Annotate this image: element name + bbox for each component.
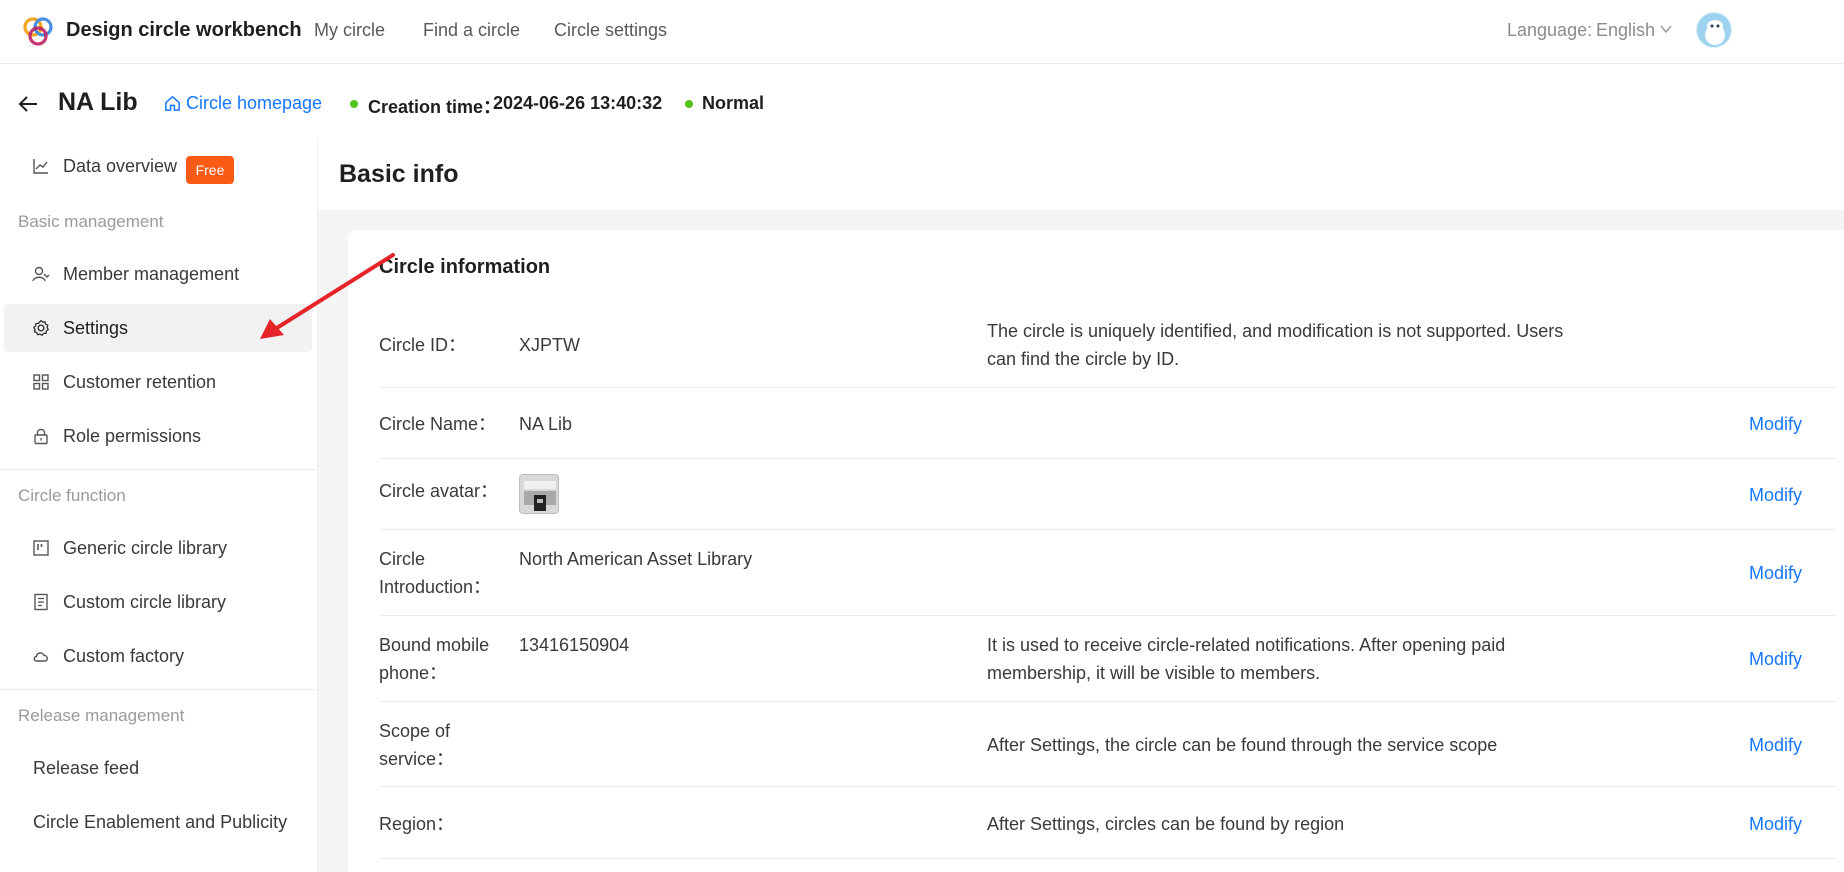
circle-avatar-label: Circle avatar： (379, 481, 499, 501)
sidebar-divider (0, 689, 318, 690)
logo-icon[interactable] (20, 14, 56, 50)
row-divider (379, 529, 1837, 530)
circle-id-value: XJPTW (519, 335, 580, 355)
creation-time-label: Creation time： (368, 97, 502, 117)
row-divider (379, 387, 1837, 388)
grid-icon (33, 374, 49, 390)
group-release-management: Release management (18, 706, 185, 725)
chevron-down-icon[interactable] (1658, 20, 1674, 38)
service-scope-label: Scope of service： (379, 721, 455, 769)
circle-introduction-label: Circle Introduction： (379, 549, 492, 597)
sidebar-item-enablement-publicity[interactable]: Circle Enablement and Publicity (4, 798, 312, 846)
sidebar-item-label: Data overview (63, 155, 178, 176)
bound-phone-value: 13416150904 (519, 635, 630, 655)
board-icon (33, 540, 49, 556)
row-divider (379, 458, 1837, 459)
bound-phone-description: It is used to receive circle-related not… (987, 635, 1506, 683)
modify-avatar-button[interactable]: Modify (1749, 485, 1802, 506)
members-icon (32, 266, 50, 282)
sidebar-item-data-overview[interactable]: Data overview Free (4, 142, 312, 190)
service-scope-description: After Settings, the circle can be found … (987, 735, 1498, 755)
bound-phone-label: Bound mobile phone： (379, 635, 490, 683)
home-icon (165, 96, 180, 111)
row-divider (379, 786, 1837, 787)
sidebar-item-role-permissions[interactable]: Role permissions (4, 412, 312, 460)
sidebar: Data overview Free Basic management Memb… (0, 138, 318, 872)
region-description: After Settings, circles can be found by … (987, 814, 1345, 834)
creation-time-value: 2024-06-26 13:40:32 (493, 93, 663, 113)
modify-phone-button[interactable]: Modify (1749, 649, 1802, 670)
circle-name-value: NA Lib (519, 414, 573, 434)
modify-introduction-button[interactable]: Modify (1749, 563, 1802, 584)
back-arrow-icon[interactable] (16, 92, 40, 116)
avatar-thumbnail-icon (520, 475, 558, 513)
modify-region-button[interactable]: Modify (1749, 814, 1802, 835)
sidebar-item-settings[interactable]: Settings (4, 304, 312, 352)
nav-circle-settings[interactable]: Circle settings (554, 20, 667, 41)
circle-title: NA Lib (58, 88, 138, 116)
sidebar-item-label: Custom circle library (63, 591, 227, 612)
sidebar-divider (0, 469, 318, 470)
sidebar-item-label: Customer retention (63, 371, 217, 392)
sidebar-item-custom-library[interactable]: Custom circle library (4, 578, 312, 626)
status-dot (685, 100, 693, 108)
sidebar-item-label: Settings (63, 317, 129, 338)
language-label: Language: (1507, 20, 1593, 40)
circle-id-description: The circle is uniquely identified, and m… (987, 321, 1564, 369)
row-divider (379, 858, 1837, 859)
nav-find-circle[interactable]: Find a circle (423, 20, 520, 41)
top-navbar: Design circle workbench My circle Find a… (0, 0, 1844, 64)
gear-icon (33, 319, 49, 336)
nav-my-circle[interactable]: My circle (314, 20, 385, 41)
modify-scope-button[interactable]: Modify (1749, 735, 1802, 756)
row-divider (379, 701, 1837, 702)
circle-homepage-label: Circle homepage (186, 93, 323, 113)
sidebar-item-custom-factory[interactable]: Custom factory (4, 632, 312, 680)
circle-id-label: Circle ID： (379, 335, 467, 355)
circle-introduction-value: North American Asset Library (519, 549, 753, 569)
group-basic-management: Basic management (18, 212, 164, 231)
brand-name: Design circle workbench (66, 19, 302, 41)
group-circle-function: Circle function (18, 486, 126, 505)
region-label: Region： (379, 814, 455, 834)
cloud-icon (33, 652, 48, 662)
status-dot (350, 100, 358, 108)
modify-name-button[interactable]: Modify (1749, 414, 1802, 435)
sidebar-item-member-management[interactable]: Member management (4, 250, 312, 298)
circle-name-label: Circle Name： (379, 414, 497, 434)
page-title: Basic info (339, 160, 459, 188)
lock-icon (34, 428, 48, 445)
sidebar-item-label: Member management (63, 263, 240, 284)
user-avatar[interactable] (1696, 12, 1732, 48)
sidebar-item-label: Circle Enablement and Publicity (33, 811, 288, 832)
avatar-icon (1705, 20, 1725, 45)
sidebar-item-release-feed[interactable]: Release feed (4, 744, 312, 792)
circle-avatar-image (519, 474, 559, 514)
document-icon (34, 593, 48, 611)
status-badge: Normal (702, 93, 765, 113)
sidebar-item-generic-library[interactable]: Generic circle library (4, 524, 312, 572)
sidebar-item-label: Custom factory (63, 645, 185, 666)
sidebar-item-label: Role permissions (63, 425, 202, 446)
free-badge: Free (186, 156, 234, 184)
sidebar-item-customer-retention[interactable]: Customer retention (4, 358, 312, 406)
circle-homepage-link[interactable]: Circle homepage (163, 93, 322, 114)
main-header (318, 138, 1844, 210)
sidebar-item-label: Release feed (33, 757, 140, 778)
language-select[interactable]: English (1596, 20, 1655, 41)
card-title: Circle information (379, 256, 551, 278)
line-chart-icon (33, 159, 48, 174)
sidebar-item-label: Generic circle library (63, 537, 228, 558)
row-divider (379, 615, 1837, 616)
